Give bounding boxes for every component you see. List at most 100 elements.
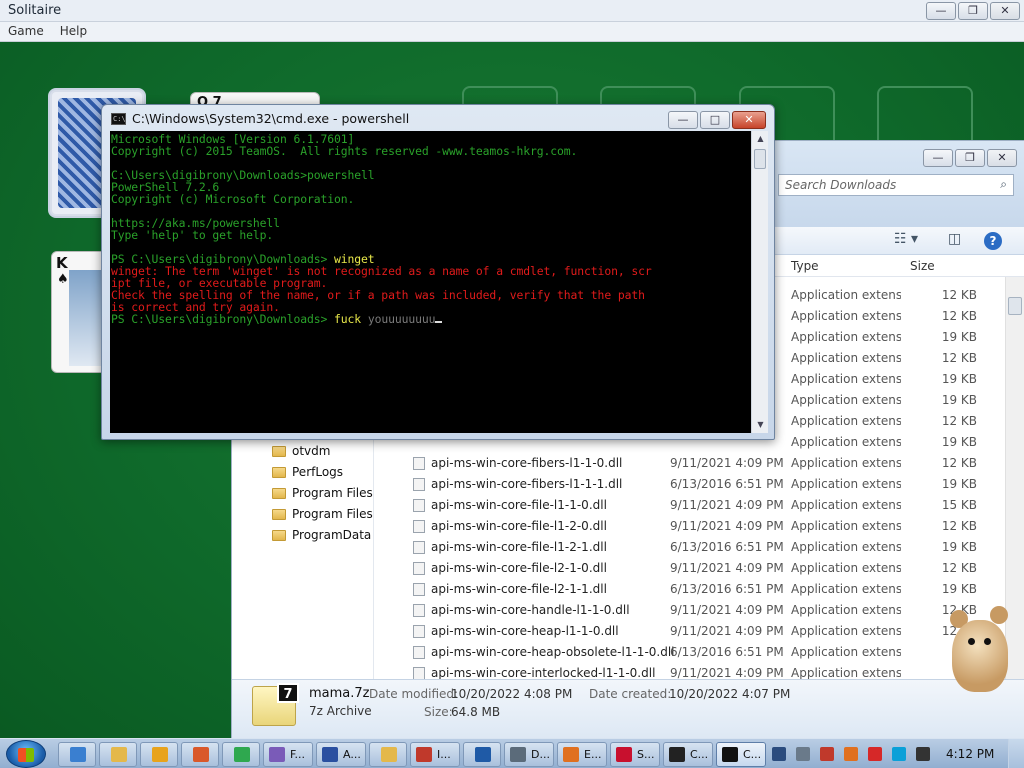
table-row[interactable]: api-ms-win-core-interlocked-l1-1-0.dll 9/…: [375, 663, 1005, 679]
cmd-scrollbar[interactable]: ▲ ▼: [751, 131, 768, 433]
cmd-window: C:\ C:\Windows\System32\cmd.exe - powers…: [101, 104, 775, 440]
dll-file-icon: [413, 625, 425, 638]
taskbar-button[interactable]: [181, 742, 219, 767]
taskbar-button[interactable]: C...: [663, 742, 713, 767]
file-size: 19 KB: [941, 330, 977, 344]
nav-item[interactable]: PerfLogs: [272, 465, 343, 479]
table-row[interactable]: api-ms-win-core-file-l1-1-0.dll 9/11/2021…: [375, 495, 1005, 516]
solitaire-restore-button[interactable]: ❐: [958, 2, 988, 20]
save-icon[interactable]: [772, 747, 786, 761]
search-icon[interactable]: ⌕: [1000, 177, 1007, 192]
search-input[interactable]: Search Downloads ⌕: [778, 174, 1014, 196]
details-pane: 7 mama.7z 7z Archive Date modified: 10/2…: [232, 679, 1024, 739]
help-button[interactable]: ?: [984, 232, 1002, 250]
file-date: 9/11/2021 4:09 PM: [670, 666, 784, 679]
show-desktop-button[interactable]: [1008, 739, 1024, 768]
hamster-mascot[interactable]: [940, 600, 1020, 700]
taskbar-button[interactable]: [369, 742, 407, 767]
taskbar-button[interactable]: [99, 742, 137, 767]
ie-icon: [70, 747, 86, 762]
console-text: PS C:\Users\digibrony\Downloads>: [111, 312, 335, 326]
explorer-minimize-button[interactable]: —: [923, 149, 953, 167]
dll-file-icon: [413, 541, 425, 554]
file-size: 12 KB: [941, 414, 977, 428]
table-row[interactable]: api-ms-win-core-heap-obsolete-l1-1-0.dll…: [375, 642, 1005, 663]
start-button[interactable]: [6, 740, 46, 768]
taskbar-button[interactable]: F...: [263, 742, 313, 767]
solitaire-close-button[interactable]: ✕: [990, 2, 1020, 20]
taskbar-button[interactable]: I...: [410, 742, 460, 767]
monitor-icon[interactable]: [892, 747, 906, 761]
view-options-icon[interactable]: ☷ ▾: [894, 231, 918, 247]
nav-item[interactable]: ProgramData: [272, 528, 371, 542]
powershell-icon: [475, 747, 491, 762]
nav-item[interactable]: Program Files: [272, 486, 373, 500]
dll-file-icon: [413, 604, 425, 617]
console-line: Type 'help' to get help.: [111, 229, 750, 241]
table-row[interactable]: api-ms-win-core-file-l2-1-1.dll 6/13/2016…: [375, 579, 1005, 600]
taskbar-button-label: A...: [343, 748, 361, 761]
taskbar-button[interactable]: [58, 742, 96, 767]
dll-file-icon: [413, 646, 425, 659]
taskbar-button-label: S...: [637, 748, 655, 761]
table-row[interactable]: api-ms-win-core-file-l1-2-0.dll 9/11/2021…: [375, 516, 1005, 537]
solitaire-titlebar: Solitaire — ❐ ✕: [0, 0, 1024, 22]
solitaire-minimize-button[interactable]: —: [926, 2, 956, 20]
menu-game[interactable]: Game: [0, 22, 52, 41]
taskbar-button[interactable]: A...: [316, 742, 366, 767]
menu-help[interactable]: Help: [52, 22, 95, 41]
folder-icon: [272, 529, 286, 541]
console-output[interactable]: Microsoft Windows [Version 6.1.7601] Copy…: [110, 131, 751, 433]
file-name: api-ms-win-core-file-l1-1-0.dll: [431, 498, 607, 512]
dll-file-icon: [413, 562, 425, 575]
table-row[interactable]: api-ms-win-core-file-l2-1-0.dll 9/11/2021…: [375, 558, 1005, 579]
cmd-icon[interactable]: C:\: [111, 113, 126, 125]
key-icon[interactable]: [844, 747, 858, 761]
table-row[interactable]: api-ms-win-core-heap-l1-1-0.dll 9/11/2021…: [375, 621, 1005, 642]
file-type: Application extens...: [791, 309, 901, 323]
cmd-scrollbar-thumb[interactable]: [754, 149, 766, 169]
tableau-card-king[interactable]: K ♠: [51, 251, 103, 373]
table-row[interactable]: api-ms-win-core-fibers-l1-1-0.dll 9/11/20…: [375, 453, 1005, 474]
volume-icon[interactable]: [916, 747, 930, 761]
taskbar-button[interactable]: [140, 742, 178, 767]
cmd-minimize-button[interactable]: —: [668, 111, 698, 129]
taskbar-button[interactable]: [463, 742, 501, 767]
table-row[interactable]: api-ms-win-core-fibers-l1-1-1.dll 6/13/20…: [375, 474, 1005, 495]
column-header-size[interactable]: Size: [910, 259, 935, 273]
file-date: 9/11/2021 4:09 PM: [670, 561, 784, 575]
nav-item[interactable]: Program Files (: [272, 507, 373, 521]
table-row[interactable]: api-ms-win-core-handle-l1-1-0.dll 9/11/20…: [375, 600, 1005, 621]
flag-icon[interactable]: [868, 747, 882, 761]
file-type: Application extens...: [791, 393, 901, 407]
table-row[interactable]: api-ms-win-core-file-l1-2-1.dll 6/13/2016…: [375, 537, 1005, 558]
gauge-icon[interactable]: [796, 747, 810, 761]
explorer-close-button[interactable]: ✕: [987, 149, 1017, 167]
file-size: 19 KB: [941, 582, 977, 596]
dll-file-icon: [413, 457, 425, 470]
file-date: 9/11/2021 4:09 PM: [670, 603, 784, 617]
file-size: 12 KB: [941, 519, 977, 533]
nav-item-label: Program Files: [292, 486, 373, 500]
taskbar-button[interactable]: [222, 742, 260, 767]
clock[interactable]: 4:12 PM: [946, 747, 994, 761]
console-text: youuuuuuuu: [367, 312, 436, 326]
taskbar-button[interactable]: S...: [610, 742, 660, 767]
taskbar-button-label: D...: [531, 748, 550, 761]
file-size: 12 KB: [941, 288, 977, 302]
taskbar-button[interactable]: E...: [557, 742, 607, 767]
column-header-type[interactable]: Type: [791, 259, 819, 273]
explorer-icon: [111, 747, 127, 762]
preview-pane-icon[interactable]: ◫: [948, 231, 961, 247]
taskbar-button[interactable]: C...: [716, 742, 766, 767]
cmd-maximize-button[interactable]: □: [700, 111, 730, 129]
scrollbar-thumb[interactable]: [1008, 297, 1022, 315]
v-icon[interactable]: [820, 747, 834, 761]
scroll-down-icon[interactable]: ▼: [752, 417, 769, 433]
file-name: api-ms-win-core-file-l2-1-1.dll: [431, 582, 607, 596]
cmd-close-button[interactable]: ✕: [732, 111, 766, 129]
explorer-maximize-button[interactable]: ❐: [955, 149, 985, 167]
scroll-up-icon[interactable]: ▲: [752, 131, 769, 147]
nav-item[interactable]: otvdm: [272, 444, 330, 458]
taskbar-button[interactable]: D...: [504, 742, 554, 767]
